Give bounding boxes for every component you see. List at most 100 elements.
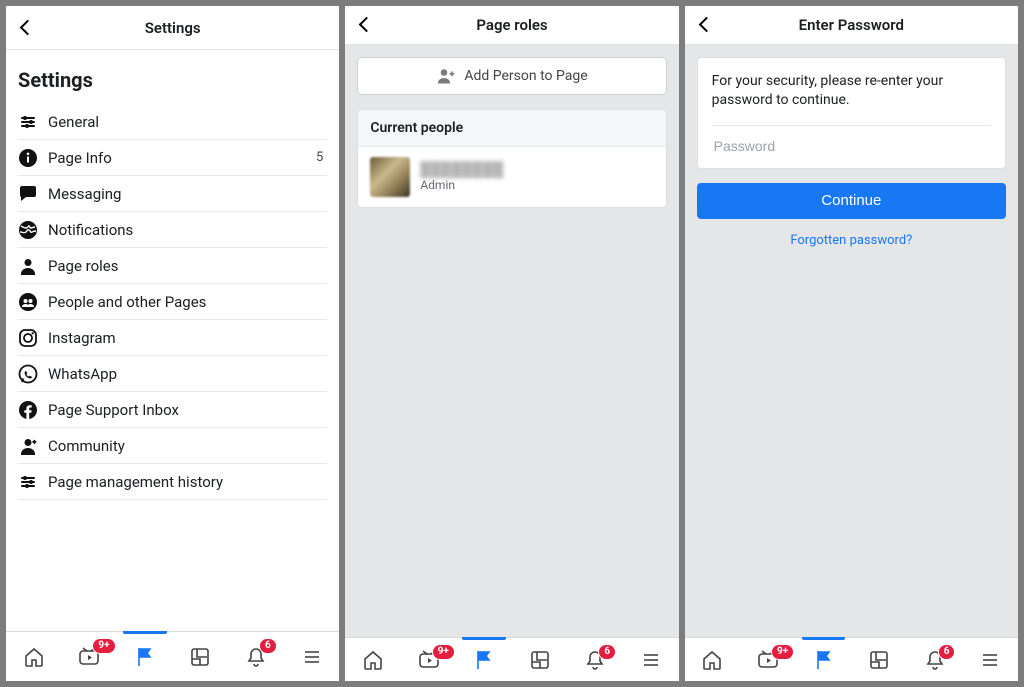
header-title: Settings — [145, 19, 201, 37]
security-message: For your security, please re-enter your … — [712, 72, 991, 111]
tab-watch[interactable]: 9+ — [740, 638, 796, 681]
settings-item-label: General — [48, 113, 327, 131]
password-card: For your security, please re-enter your … — [697, 57, 1006, 169]
page-roles-body: Add Person to Page Current people ██████… — [345, 45, 678, 638]
sliders-icon — [18, 472, 48, 492]
settings-item-whatsapp[interactable]: WhatsApp — [18, 356, 327, 392]
current-people-card: Current people ████████ Admin — [357, 109, 666, 208]
back-button[interactable] — [16, 6, 46, 49]
header-title: Page roles — [476, 16, 547, 34]
settings-item-label: Instagram — [48, 329, 327, 347]
settings-item-people[interactable]: People and other Pages — [18, 284, 327, 320]
settings-item-label: Notifications — [48, 221, 327, 239]
screen-enter-password: Enter Password For your security, please… — [685, 6, 1018, 681]
tab-notifications[interactable]: 6 — [907, 638, 963, 681]
tab-home[interactable] — [685, 638, 741, 681]
instagram-icon — [18, 328, 48, 348]
tab-flag[interactable] — [117, 632, 173, 681]
screen-page-roles: Page roles Add Person to Page Current pe… — [345, 6, 678, 681]
chat-icon — [18, 184, 48, 204]
settings-item-facebook[interactable]: Page Support Inbox — [18, 392, 327, 428]
header: Settings — [6, 6, 339, 50]
tab-watch[interactable]: 9+ — [401, 638, 457, 681]
tab-flag[interactable] — [456, 638, 512, 681]
tab-menu-icon — [300, 645, 324, 669]
continue-button[interactable]: Continue — [697, 183, 1006, 219]
settings-item-count: 5 — [316, 150, 327, 165]
tab-home[interactable] — [345, 638, 401, 681]
current-people-header: Current people — [358, 110, 665, 147]
section-title: Settings — [18, 50, 327, 104]
info-icon — [18, 148, 48, 168]
settings-item-person[interactable]: Page roles — [18, 248, 327, 284]
settings-item-label: Community — [48, 437, 327, 455]
password-body: For your security, please re-enter your … — [685, 45, 1018, 638]
person-role: Admin — [420, 178, 503, 192]
avatar — [370, 157, 410, 197]
tab-games-icon — [528, 648, 552, 672]
settings-item-community[interactable]: Community — [18, 428, 327, 464]
tab-home[interactable] — [6, 632, 62, 681]
settings-item-globe[interactable]: Notifications — [18, 212, 327, 248]
person-icon — [18, 256, 48, 276]
settings-item-info[interactable]: Page Info5 — [18, 140, 327, 176]
badge: 6 — [259, 638, 277, 654]
tab-menu-icon — [978, 648, 1002, 672]
password-input[interactable] — [712, 125, 991, 156]
badge: 9+ — [432, 644, 455, 660]
tab-menu[interactable] — [623, 638, 679, 681]
add-person-button[interactable]: Add Person to Page — [357, 57, 666, 95]
chevron-left-icon — [20, 20, 36, 36]
tab-watch[interactable]: 9+ — [62, 632, 118, 681]
back-button[interactable] — [355, 6, 385, 44]
tab-bar: 9+ 6 — [6, 631, 339, 681]
tab-flag[interactable] — [796, 638, 852, 681]
badge: 9+ — [771, 644, 794, 660]
tab-flag-icon — [472, 648, 496, 672]
tab-games-icon — [867, 648, 891, 672]
tab-games[interactable] — [851, 638, 907, 681]
settings-item-instagram[interactable]: Instagram — [18, 320, 327, 356]
tab-bar: 9+ 6 — [345, 637, 678, 681]
settings-item-label: Page Support Inbox — [48, 401, 327, 419]
globe-icon — [18, 220, 48, 240]
settings-body: Settings GeneralPage Info5MessagingNotif… — [6, 50, 339, 631]
add-person-icon — [436, 66, 456, 86]
tab-flag-icon — [812, 648, 836, 672]
tab-games-icon — [188, 645, 212, 669]
badge: 6 — [938, 644, 956, 660]
settings-item-sliders[interactable]: Page management history — [18, 464, 327, 500]
tab-games[interactable] — [512, 638, 568, 681]
person-row[interactable]: ████████ Admin — [358, 147, 665, 207]
tab-home-icon — [700, 648, 724, 672]
tab-menu[interactable] — [284, 632, 340, 681]
badge: 9+ — [92, 638, 115, 654]
forgotten-password-link[interactable]: Forgotten password? — [697, 233, 1006, 248]
tab-notifications[interactable]: 6 — [228, 632, 284, 681]
sliders-icon — [18, 112, 48, 132]
whatsapp-icon — [18, 364, 48, 384]
tab-menu[interactable] — [962, 638, 1018, 681]
settings-item-label: Page Info — [48, 149, 316, 167]
back-button[interactable] — [695, 6, 725, 44]
header: Page roles — [345, 6, 678, 45]
header: Enter Password — [685, 6, 1018, 45]
tab-home-icon — [22, 645, 46, 669]
settings-item-label: WhatsApp — [48, 365, 327, 383]
header-title: Enter Password — [799, 16, 904, 34]
facebook-icon — [18, 400, 48, 420]
settings-item-label: Page management history — [48, 473, 327, 491]
settings-item-label: Page roles — [48, 257, 327, 275]
tab-bar: 9+ 6 — [685, 637, 1018, 681]
add-person-label: Add Person to Page — [464, 68, 587, 84]
screen-settings: Settings Settings GeneralPage Info5Messa… — [6, 6, 339, 681]
settings-item-label: People and other Pages — [48, 293, 327, 311]
settings-item-chat[interactable]: Messaging — [18, 176, 327, 212]
chevron-left-icon — [698, 17, 714, 33]
tab-games[interactable] — [173, 632, 229, 681]
tab-notifications[interactable]: 6 — [568, 638, 624, 681]
tab-home-icon — [361, 648, 385, 672]
person-name: ████████ — [420, 161, 503, 178]
chevron-left-icon — [359, 17, 375, 33]
settings-item-sliders[interactable]: General — [18, 104, 327, 140]
